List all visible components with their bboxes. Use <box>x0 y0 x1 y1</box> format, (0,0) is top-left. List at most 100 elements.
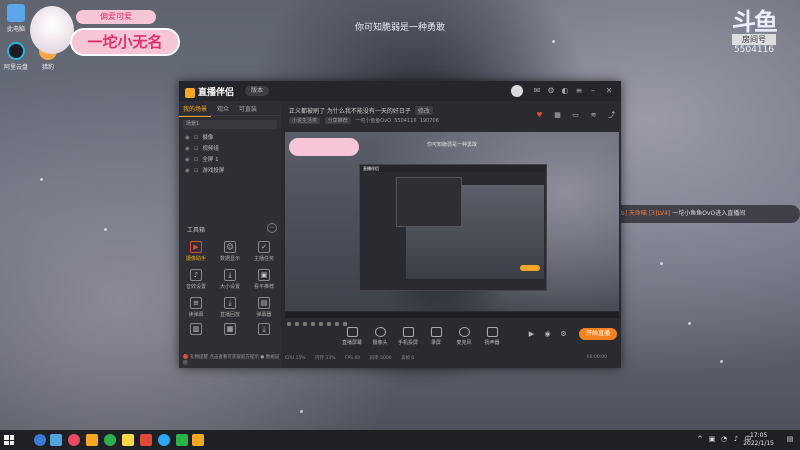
phone-cast-button[interactable]: 手机投屏 <box>395 327 421 346</box>
speaker-icon <box>486 327 498 337</box>
tool-camera-assistant[interactable]: ▶ 摄像助手 <box>181 241 211 262</box>
source-item[interactable]: ◉ ⊡ 视频组 <box>179 144 281 155</box>
status-bar: CPU 15% 内存 33% FPS 60 码率 5000 丢帧 0 00:00… <box>285 355 607 361</box>
edit-title-button[interactable]: 修改 <box>414 106 433 115</box>
record-button[interactable]: 录屏 <box>423 327 449 346</box>
douyu-room-badge: 斗鱼 房间号 5504116 <box>732 10 778 55</box>
close-icon[interactable]: ✕ <box>605 87 613 95</box>
source-item[interactable]: ◉ ⊡ 全屏 1 <box>179 155 281 166</box>
version-badge[interactable]: 版本 <box>245 86 270 96</box>
windows-start-icon[interactable] <box>4 435 14 445</box>
speaker-button[interactable]: 扬声器 <box>479 327 505 346</box>
left-panel: 我的场景 观众 可直装 场景1 ◉ ⊡ 摄像 ◉ ⊡ 视频组 ◉ ⊡ 全屏 1 ◉ ⊡ 游戏投屏… <box>179 101 281 368</box>
message-icon[interactable]: ✉ <box>533 87 541 95</box>
settings-icon[interactable]: ⚙ <box>547 87 555 95</box>
download-icon: ⤓ <box>224 269 236 281</box>
more-icon[interactable]: ··· <box>267 223 277 233</box>
recommend-icon: ▣ <box>258 269 270 281</box>
room-info: 小说生活类 分享推荐 一坨小鱼鱼OvO 5504116 190706 <box>289 117 439 124</box>
lock-icon[interactable]: ⊡ <box>194 135 199 141</box>
camera-button[interactable]: 摄像头 <box>367 327 393 346</box>
tab-audience[interactable]: 观众 <box>213 101 233 116</box>
share-icon[interactable]: ⤴ <box>607 111 616 120</box>
sparkle <box>688 322 691 325</box>
folder-icon[interactable] <box>122 434 134 446</box>
network-icon[interactable]: ◔ <box>720 435 728 443</box>
search-icon[interactable] <box>34 434 46 446</box>
microphone-button[interactable]: 麦克风 <box>451 327 477 346</box>
volume-icon[interactable]: ♪ <box>732 435 740 443</box>
chat-welcome-strip: 欢迎 [ksb] 天命喵 [3]LV4] 一坨小鱼鱼OvO进入直播间 <box>590 205 800 223</box>
tool-replay[interactable]: ⤓ 直播回放 <box>215 297 245 318</box>
sound-icon: ♪ <box>190 269 202 281</box>
app-icon[interactable] <box>104 434 116 446</box>
notice-bar[interactable]: 礼物提醒 点击查看可获取前方提示 ● 数据说明 <box>183 354 281 366</box>
phone-icon <box>402 327 414 337</box>
screen-icon[interactable]: ▭ <box>571 111 580 120</box>
tool-data-display[interactable]: ☺ 数据显示 <box>215 241 245 262</box>
chevron-up-icon[interactable]: ^ <box>696 435 704 443</box>
edge-icon[interactable] <box>50 434 62 446</box>
tool-size[interactable]: ⤓ 大小设置 <box>215 269 245 290</box>
sparkle <box>552 40 555 43</box>
nested-start-button <box>520 265 540 271</box>
notification-icon[interactable]: ▤ <box>786 435 794 443</box>
title-bar[interactable]: 直播伴侣 版本 ✉ ⚙ ◐ ≡ – ✕ <box>179 81 621 101</box>
nested-titlebar: 直播伴侣 <box>360 165 546 172</box>
lock-icon[interactable]: ⊡ <box>194 157 199 163</box>
gift-icon[interactable]: ♥ <box>535 111 544 120</box>
scene-selector[interactable]: 场景1 <box>183 120 277 129</box>
tool-sound[interactable]: ♪ 音效设置 <box>181 269 211 290</box>
tool-tasks[interactable]: ✓ 主播任务 <box>249 241 279 262</box>
tool-recommend[interactable]: ▣ 看平推荐 <box>249 269 279 290</box>
chat-app-icon[interactable] <box>158 434 170 446</box>
live-companion-taskbar-icon[interactable] <box>192 434 204 446</box>
user-avatar[interactable] <box>511 85 523 97</box>
start-live-button[interactable]: 开始直播 <box>579 328 617 340</box>
task-icon: ✓ <box>258 241 270 253</box>
camera-icon <box>374 327 386 337</box>
lock-icon[interactable]: ⊡ <box>194 168 199 174</box>
tab-install[interactable]: 可直装 <box>235 101 261 116</box>
eye-icon[interactable]: ◉ <box>185 157 190 163</box>
settings-icon[interactable]: ⚙ <box>559 330 568 339</box>
danmaku-icon: ▤ <box>258 297 270 309</box>
right-panel: 正义都被刷了 为什么我不能没有一天的好日子 修改 小说生活类 分享推荐 一坨小鱼鱼… <box>281 101 621 368</box>
tool-read-danmaku[interactable]: ≡ 读弹幕 <box>181 297 211 318</box>
source-item[interactable]: ◉ ⊡ 摄像 <box>179 133 281 144</box>
download-icon: ⤓ <box>224 297 236 309</box>
sparkle <box>660 262 663 265</box>
eye-icon[interactable]: ◉ <box>185 168 190 174</box>
menu-icon[interactable]: ≡ <box>575 87 583 95</box>
signal-icon[interactable]: ≋ <box>589 111 598 120</box>
tool-danmaku[interactable]: ▤ 弹幕器 <box>249 297 279 318</box>
taskbar: ^ ▣ ◔ ♪ 中 17:05 2022/1/15 ▤ <box>0 430 800 450</box>
source-item[interactable]: ◉ ⊡ 游戏投屏 <box>179 166 281 177</box>
video-icon[interactable]: ▶ <box>527 330 536 339</box>
tab-scenes[interactable]: 我的场景 <box>179 101 212 117</box>
grid-icon[interactable]: ▦ <box>553 111 562 120</box>
clock[interactable]: 17:05 2022/1/15 <box>743 432 774 448</box>
minimize-icon[interactable]: – <box>589 87 597 95</box>
app-icon[interactable] <box>140 434 152 446</box>
wechat-icon[interactable] <box>176 434 188 446</box>
lock-icon[interactable]: ⊡ <box>194 146 199 152</box>
live-companion-window: 直播伴侣 版本 ✉ ⚙ ◐ ≡ – ✕ 我的场景 观众 可直装 场景1 ◉ ⊡ 摄像… <box>179 81 621 368</box>
eye-icon[interactable]: ◉ <box>543 330 552 339</box>
app-icon[interactable] <box>68 434 80 446</box>
tray-icon[interactable]: ▣ <box>708 435 716 443</box>
room-number: 5504116 <box>733 45 775 55</box>
tool-extra[interactable]: ▦ <box>215 323 245 337</box>
tool-extra[interactable]: ⤓ <box>249 323 279 337</box>
live-screen-button[interactable]: 直播屏幕 <box>339 327 365 346</box>
app-icon[interactable] <box>86 434 98 446</box>
room-tag[interactable]: 分享推荐 <box>324 117 351 124</box>
room-title: 正义都被刷了 为什么我不能没有一天的好日子 修改 <box>289 106 433 115</box>
eye-icon[interactable]: ◉ <box>185 135 190 141</box>
skin-icon[interactable]: ◐ <box>561 87 569 95</box>
stream-preview[interactable]: 你可知脆弱是一种勇敢 直播伴侣 <box>285 132 619 311</box>
tool-extra[interactable]: ▥ <box>181 323 211 337</box>
song-caption: 你可知脆弱是一种勇敢 <box>354 23 445 33</box>
room-tag[interactable]: 小说生活类 <box>289 117 321 124</box>
eye-icon[interactable]: ◉ <box>185 146 190 152</box>
